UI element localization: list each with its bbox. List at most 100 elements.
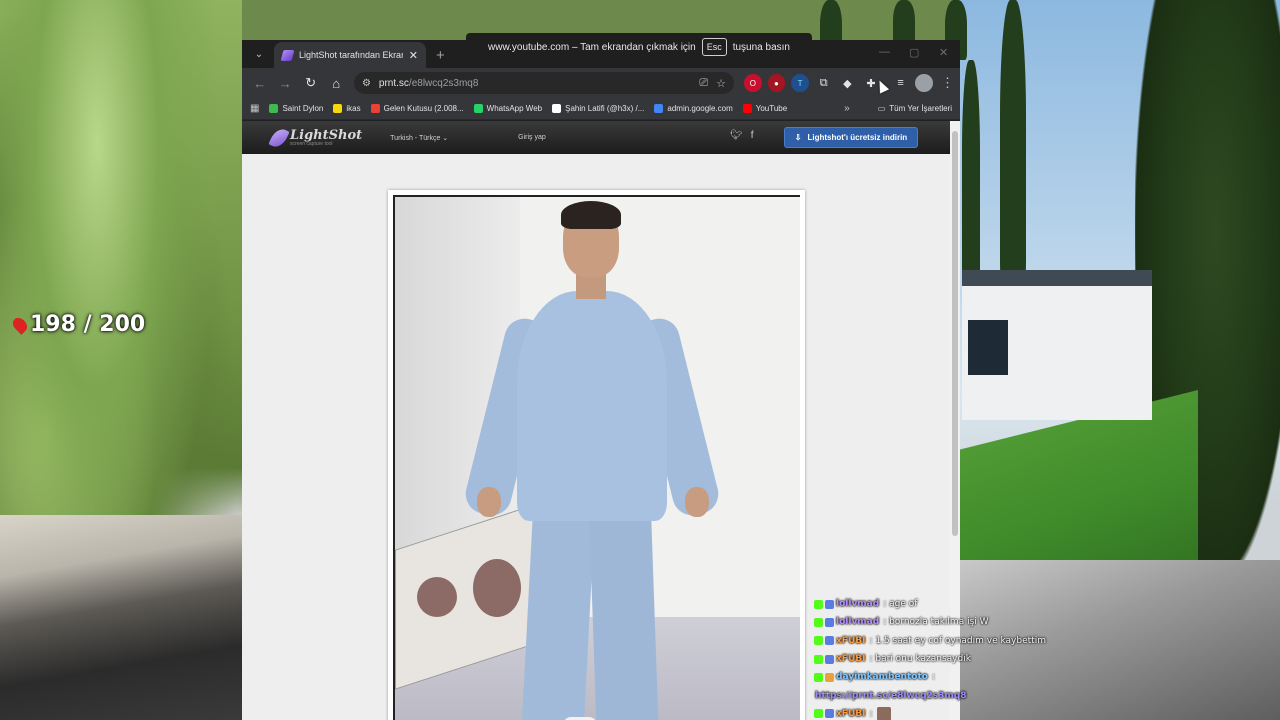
bookmarks-overflow-icon[interactable]: » [844, 103, 850, 114]
extensions-puzzle-icon[interactable]: ⧉ [815, 74, 833, 92]
bookmark-item[interactable]: admin.google.com [654, 104, 733, 113]
opera-extension-icon[interactable]: O [744, 74, 762, 92]
new-tab-button[interactable]: + [436, 47, 445, 64]
social-links: 🐦︎ f [730, 130, 753, 141]
window-close-icon[interactable]: ✕ [939, 46, 948, 59]
lightshot-logo[interactable]: LightShot screen capture tool [268, 125, 362, 150]
reload-icon[interactable]: ↻ [299, 71, 322, 95]
folder-icon: ▭ [877, 104, 886, 113]
tab-title: LightShot tarafından Ekran Görü [299, 50, 403, 60]
profile-avatar[interactable] [915, 74, 934, 92]
chat-badge-icon [825, 636, 834, 646]
fullscreen-notice: www.youtube.com – Tam ekrandan çıkmak iç… [466, 33, 812, 61]
scrollbar-thumb[interactable] [952, 131, 958, 536]
download-button-label: Lightshot'ı ücretsiz indirin [807, 133, 908, 142]
bookmark-label: YouTube [755, 104, 788, 113]
house-window [968, 320, 1008, 375]
bookmark-label: Gelen Kutusu (2.008... [383, 104, 464, 113]
address-bar[interactable]: ⚙ prnt.sc/e8lwcq2s3mq8 ⎚ ☆ [353, 72, 735, 94]
maximize-icon[interactable]: ▢ [909, 46, 919, 59]
bookmark-favicon-icon [473, 104, 483, 113]
bookmark-label: Şahin Latifi (@h3x) /... [565, 104, 645, 113]
login-link[interactable]: Giriş yap [518, 134, 546, 141]
install-app-icon[interactable]: ⎚ [699, 77, 708, 90]
chat-text: : 1.5 saat ey cof oynadım ve kaybettim [869, 635, 1046, 646]
bookmarks-bar: ▦ Saint Dylon ikas Gelen Kutusu (2.008..… [242, 98, 960, 120]
chat-message: xFUBI: bari onu kazansaydık [814, 650, 1046, 668]
all-bookmarks-label: Tüm Yer İşaretleri [889, 104, 952, 113]
forward-arrow-icon[interactable]: → [273, 71, 296, 95]
chat-username[interactable]: dayimkambentoto [836, 672, 928, 682]
bookmark-favicon-icon [370, 104, 380, 113]
tab-search-icon[interactable]: ⌄ [248, 43, 270, 65]
chat-message: https://prnt.sc/e8lwcq2s3mq8 [814, 686, 1046, 704]
close-icon[interactable]: ✕ [409, 49, 418, 62]
browser-menu-icon[interactable]: ⋮ [941, 75, 954, 91]
chat-badge-icon [825, 617, 834, 627]
chat-badge-icon [814, 636, 823, 646]
bookmark-star-icon[interactable]: ☆ [716, 77, 726, 90]
bookmark-favicon-icon [333, 104, 343, 113]
chat-text: : [931, 672, 935, 683]
screenshot-frame [388, 190, 805, 720]
bookmark-favicon-icon [269, 104, 279, 113]
reading-list-icon[interactable]: ≡ [892, 74, 910, 92]
bookmark-label: WhatsApp Web [486, 104, 543, 113]
chat-username[interactable]: lollvmad [836, 599, 879, 609]
bookmark-label: ikas [346, 104, 361, 113]
minimize-icon[interactable]: — [879, 46, 890, 58]
esc-key-badge: Esc [701, 38, 727, 56]
bookmark-item[interactable]: YouTube [742, 104, 788, 113]
back-arrow-icon[interactable]: ← [248, 71, 271, 95]
bookmark-label: Saint Dylon [282, 104, 324, 113]
diamond-extension-icon[interactable]: ◆ [839, 74, 857, 92]
road-left [0, 515, 242, 720]
logo-text: LightShot screen capture tool [290, 128, 362, 147]
bookmark-item[interactable]: WhatsApp Web [473, 104, 543, 113]
chat-text: : bornozla takılma işi W [883, 617, 989, 628]
torso [517, 291, 667, 521]
translate-extension-icon[interactable]: T [791, 74, 809, 92]
chat-message: xFUBI : 1.5 saat ey cof oynadım ve kaybet… [814, 632, 1046, 650]
facebook-icon[interactable]: f [751, 130, 754, 141]
chat-badge-icon [814, 617, 823, 627]
screenshot-image[interactable] [393, 195, 800, 720]
chat-username[interactable]: xFUBI [836, 654, 865, 664]
site-info-icon[interactable]: ⚙ [362, 78, 371, 89]
all-bookmarks-folder[interactable]: ▭ Tüm Yer İşaretleri [878, 104, 952, 113]
chat-username[interactable]: xFUBI [836, 636, 865, 646]
tile-circle [417, 577, 457, 617]
chat-badge-icon [825, 709, 834, 719]
bookmark-item[interactable]: ikas [333, 104, 361, 113]
hand-left [477, 487, 501, 517]
chat-badge-icon [825, 654, 834, 664]
chat-message: lollvmad: age of [814, 595, 1046, 613]
twitter-icon[interactable]: 🐦︎ [730, 130, 743, 141]
browser-toolbar: ← → ↻ ⌂ ⚙ prnt.sc/e8lwcq2s3mq8 ⎚ ☆ O ● T… [242, 68, 960, 98]
chat-badge-icon [814, 654, 823, 664]
cypress-tree [962, 60, 980, 290]
bookmark-item[interactable]: Saint Dylon [269, 104, 323, 113]
bookmark-item[interactable]: Şahin Latifi (@h3x) /... [552, 104, 644, 113]
apps-grid-icon[interactable]: ▦ [250, 103, 259, 114]
chat-badge-icon [825, 599, 834, 609]
chat-badge-icon [825, 672, 834, 682]
download-button[interactable]: ⇩ Lightshot'ı ücretsiz indirin [784, 127, 918, 148]
chat-message: xFUBI: [814, 705, 1046, 720]
chat-text: : [869, 708, 873, 719]
adblock-extension-icon[interactable]: ● [767, 74, 786, 92]
language-selector[interactable]: Turkish - Türkçe ⌄ [390, 134, 448, 142]
chat-username[interactable]: lollvmad [836, 617, 879, 627]
chat-link[interactable]: https://prnt.sc/e8lwcq2s3mq8 [815, 691, 966, 701]
hair [561, 201, 621, 229]
chevron-down-icon: ⌄ [442, 134, 449, 142]
home-icon[interactable]: ⌂ [324, 71, 347, 95]
chat-username[interactable]: xFUBI [836, 709, 865, 719]
leg-left [521, 513, 595, 720]
url-text[interactable]: prnt.sc/e8lwcq2s3mq8 [379, 78, 691, 89]
bookmark-item[interactable]: Gelen Kutusu (2.008... [370, 104, 464, 113]
language-label: Turkish - Türkçe [390, 134, 441, 142]
fullscreen-notice-prefix: www.youtube.com – Tam ekrandan çıkmak iç… [488, 41, 696, 53]
tab-lightshot[interactable]: LightShot tarafından Ekran Görü ✕ [274, 42, 426, 68]
chat-message: lollvmad : bornozla takılma işi W [814, 613, 1046, 631]
